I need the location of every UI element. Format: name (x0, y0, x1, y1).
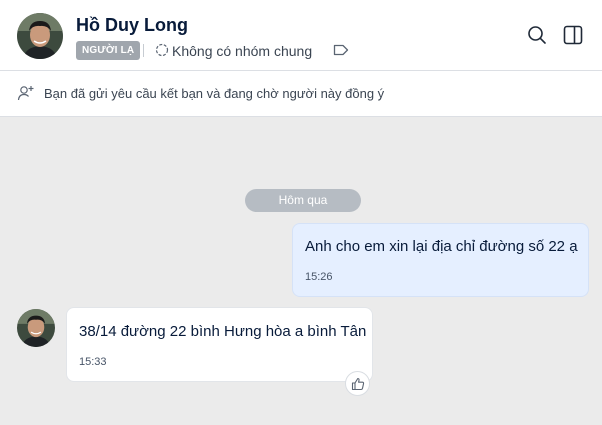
date-separator: Hôm qua (245, 189, 361, 212)
search-icon[interactable] (525, 23, 549, 47)
chat-header: Hồ Duy Long NGƯỜI LẠ Không có nhóm chung (0, 0, 602, 71)
header-divider (143, 44, 144, 57)
message-time: 15:33 (79, 356, 107, 368)
incoming-message[interactable]: 38/14 đường 22 bình Hưng hòa a bình Tân … (66, 307, 373, 382)
message-text: 38/14 đường 22 bình Hưng hòa a bình Tân (79, 323, 367, 340)
message-text: Anh cho em xin lại địa chỉ đường số 22 ạ (305, 238, 578, 255)
reaction-button[interactable] (345, 371, 370, 396)
friend-request-text: Bạn đã gửi yêu cầu kết bạn và đang chờ n… (44, 86, 385, 101)
side-panel-icon[interactable] (561, 23, 585, 47)
user-add-icon (17, 86, 34, 101)
contact-name[interactable]: Hồ Duy Long (76, 15, 188, 36)
avatar-image (17, 13, 63, 59)
common-groups-label[interactable]: Không có nhóm chung (172, 43, 312, 59)
stranger-badge: NGƯỜI LẠ (76, 41, 141, 60)
tag-icon[interactable] (333, 43, 349, 57)
sender-avatar[interactable] (17, 309, 55, 347)
outgoing-message[interactable]: Anh cho em xin lại địa chỉ đường số 22 ạ… (292, 223, 589, 297)
friend-request-notice: Bạn đã gửi yêu cầu kết bạn và đang chờ n… (0, 71, 602, 117)
contact-avatar[interactable] (17, 13, 63, 59)
thumbs-up-icon (351, 377, 365, 391)
group-icon (155, 43, 169, 57)
avatar-image (17, 309, 55, 347)
message-time: 15:26 (305, 271, 333, 283)
